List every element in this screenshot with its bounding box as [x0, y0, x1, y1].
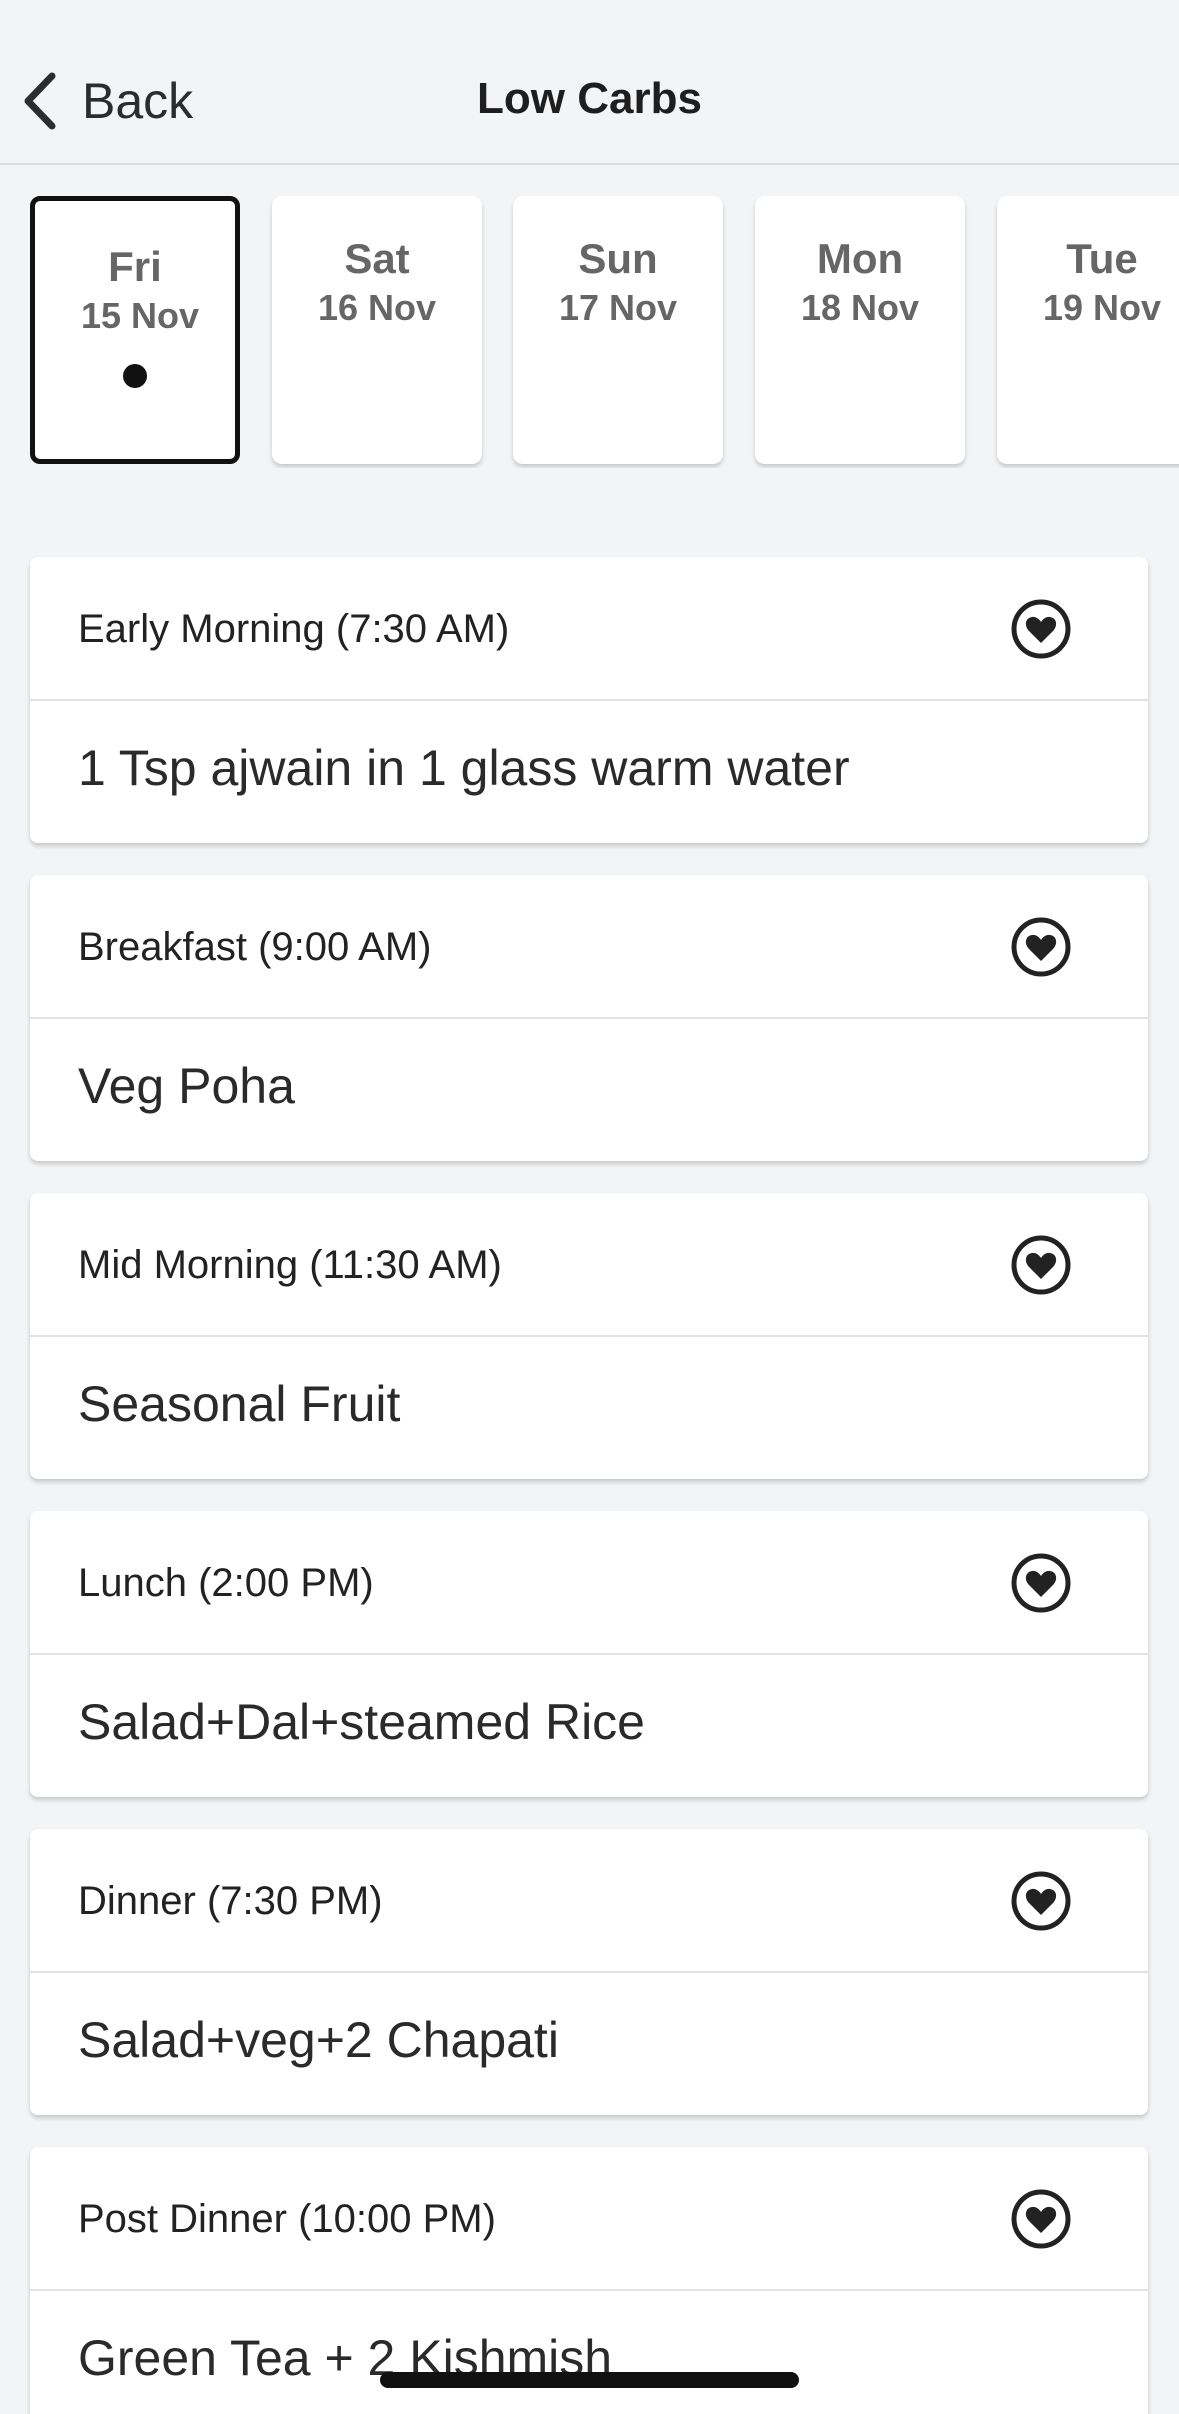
heart-circle-icon[interactable] — [1010, 598, 1072, 660]
date-day-label: Mon — [816, 235, 904, 282]
meal-time-label: Early Morning (7:30 AM) — [78, 607, 510, 651]
date-date-label: 16 Nov — [317, 287, 437, 328]
meal-card-early-morning: Early Morning (7:30 AM) 1 Tsp ajwain in … — [30, 557, 1148, 843]
meal-card-mid-morning: Mid Morning (11:30 AM) Seasonal Fruit — [30, 1193, 1148, 1479]
date-date-label: 19 Nov — [1042, 287, 1162, 328]
date-card-sat[interactable]: Sat 16 Nov — [272, 196, 482, 464]
date-day-label: Tue — [1066, 235, 1138, 282]
heart-circle-icon[interactable] — [1010, 1552, 1072, 1614]
meal-time-label: Mid Morning (11:30 AM) — [78, 1243, 502, 1287]
date-card-mon[interactable]: Mon 18 Nov — [755, 196, 965, 464]
meal-item-text: Veg Poha — [78, 1058, 295, 1114]
meal-card-breakfast: Breakfast (9:00 AM) Veg Poha — [30, 875, 1148, 1161]
meal-card-header: Early Morning (7:30 AM) — [30, 557, 1148, 701]
date-day-label: Fri — [108, 243, 162, 290]
meal-time-label: Dinner (7:30 PM) — [78, 1879, 383, 1923]
page-title: Low Carbs — [477, 74, 702, 123]
heart-circle-icon[interactable] — [1010, 916, 1072, 978]
meal-card-dinner: Dinner (7:30 PM) Salad+veg+2 Chapati — [30, 1829, 1148, 2115]
meal-card-lunch: Lunch (2:00 PM) Salad+Dal+steamed Rice — [30, 1511, 1148, 1797]
date-date-label: 18 Nov — [800, 287, 920, 328]
meal-time-label: Breakfast (9:00 AM) — [78, 925, 432, 969]
meal-card-header: Mid Morning (11:30 AM) — [30, 1193, 1148, 1337]
meal-card-header: Breakfast (9:00 AM) — [30, 875, 1148, 1019]
heart-circle-icon[interactable] — [1010, 2188, 1072, 2250]
meal-time-label: Lunch (2:00 PM) — [78, 1561, 374, 1605]
app-screen: Back Low Carbs Fri 15 Nov Sat 16 Nov Sun… — [0, 0, 1179, 2414]
date-card-sun[interactable]: Sun 17 Nov — [513, 196, 723, 464]
nav-header: Back Low Carbs — [0, 0, 1179, 165]
meal-card-header: Lunch (2:00 PM) — [30, 1511, 1148, 1655]
selected-dot-indicator — [123, 363, 147, 388]
date-day-label: Sun — [578, 235, 658, 282]
date-date-label: 15 Nov — [80, 295, 200, 336]
meal-item-text: Salad+veg+2 Chapati — [78, 2012, 559, 2068]
date-card-tue[interactable]: Tue 19 Nov — [997, 196, 1179, 464]
meal-item-text: 1 Tsp ajwain in 1 glass warm water — [78, 740, 850, 796]
heart-circle-icon[interactable] — [1010, 1870, 1072, 1932]
date-strip[interactable]: Fri 15 Nov Sat 16 Nov Sun 17 Nov Mon 18 … — [0, 196, 1179, 468]
date-day-label: Sat — [344, 235, 410, 282]
heart-circle-icon[interactable] — [1010, 1234, 1072, 1296]
date-date-label: 17 Nov — [558, 287, 678, 328]
date-card-fri[interactable]: Fri 15 Nov — [30, 196, 240, 464]
meal-time-label: Post Dinner (10:00 PM) — [78, 2197, 496, 2241]
meal-card-header: Post Dinner (10:00 PM) — [30, 2147, 1148, 2291]
meal-item-text: Seasonal Fruit — [78, 1376, 401, 1432]
home-indicator[interactable] — [380, 2372, 799, 2388]
meal-card-header: Dinner (7:30 PM) — [30, 1829, 1148, 1973]
meal-item-text: Salad+Dal+steamed Rice — [78, 1694, 645, 1750]
